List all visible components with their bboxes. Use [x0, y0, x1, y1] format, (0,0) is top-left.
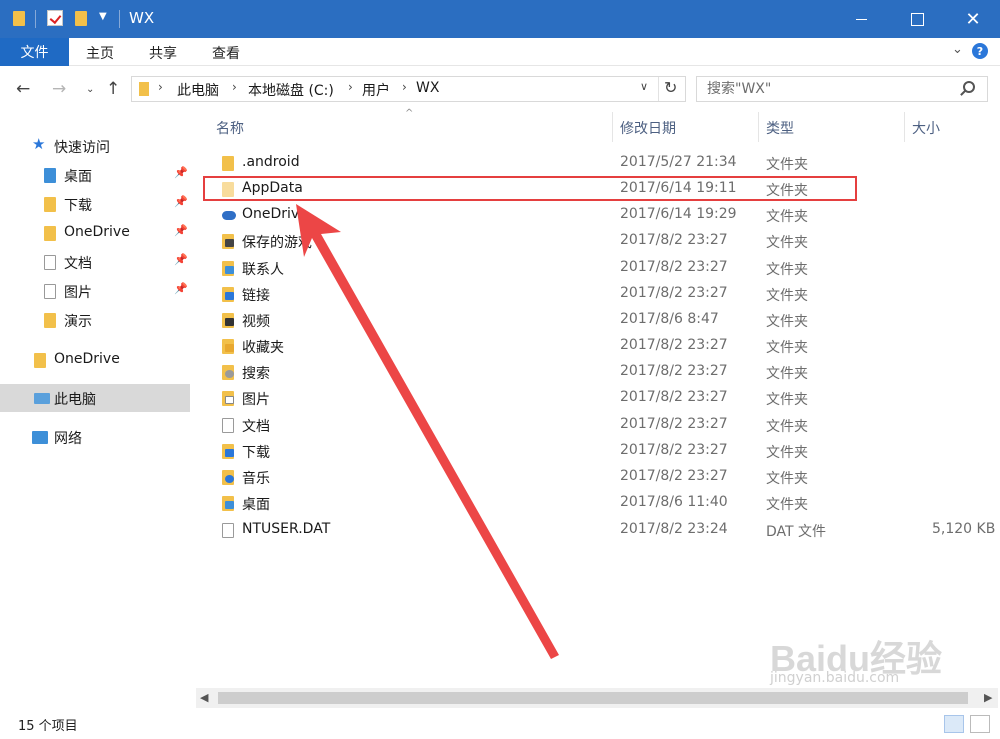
horizontal-scrollbar[interactable]: ◀ ▶ [196, 688, 998, 708]
large-icons-view-button[interactable] [970, 715, 990, 733]
scrollbar-thumb[interactable] [218, 692, 968, 704]
scroll-left-icon[interactable]: ◀ [200, 691, 208, 704]
watermark-url: jingyan.baidu.com [770, 670, 900, 686]
item-count: 15 个项目 [18, 719, 78, 734]
details-view-button[interactable] [944, 715, 964, 733]
status-bar: 15 个项目 [0, 708, 1000, 739]
scroll-right-icon[interactable]: ▶ [984, 691, 992, 704]
annotation-arrow-shape [296, 204, 559, 659]
annotation-arrow [296, 204, 559, 659]
